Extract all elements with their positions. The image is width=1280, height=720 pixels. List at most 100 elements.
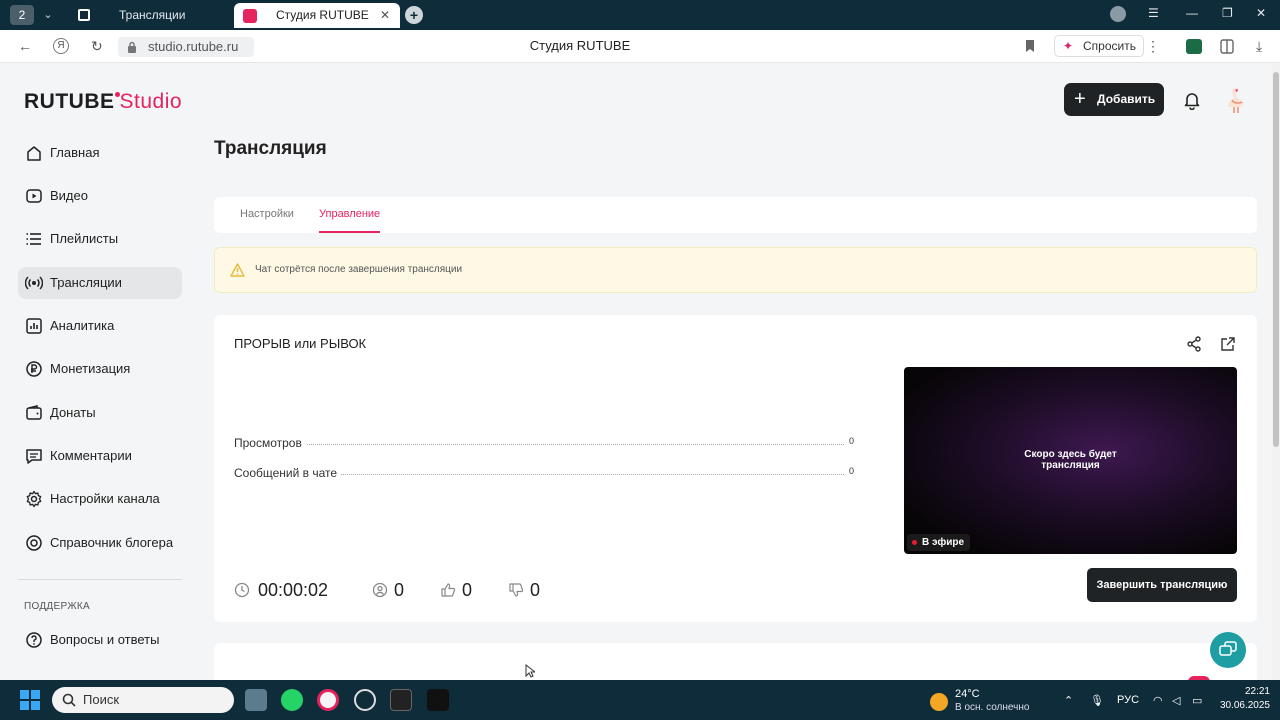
sidebar-item-faq[interactable]: Вопросы и ответы: [18, 624, 182, 656]
gear-icon: [26, 490, 42, 508]
active-tab-indicator: [319, 231, 380, 233]
clock-time: 22:21: [1244, 686, 1270, 697]
bookmark-icon[interactable]: [1025, 39, 1035, 53]
extensions-puzzle-icon[interactable]: [1220, 39, 1234, 54]
warning-icon: [230, 263, 245, 277]
sparkle-icon: ✦: [1063, 39, 1074, 53]
n-app-icon[interactable]: [390, 689, 412, 711]
logo-studio: Studio: [119, 90, 183, 113]
search-placeholder: Поиск: [83, 692, 120, 707]
stat-views: Просмотров 0: [234, 436, 854, 450]
wallet-icon: [26, 405, 42, 420]
wifi-icon[interactable]: ◠: [1153, 694, 1163, 707]
stream-duration: 00:00:02: [234, 580, 328, 600]
end-stream-button[interactable]: Завершить трансляцию: [1087, 568, 1237, 602]
browser-tab-strip: 2 ⌄ Трансляции Студия RUTUBE ✕ + ☰ — ❐ ✕: [0, 0, 1280, 30]
maximize-icon[interactable]: ❐: [1222, 6, 1233, 20]
page-scrollbar[interactable]: [1272, 64, 1280, 680]
sidebar-item-analytics[interactable]: Аналитика: [18, 310, 182, 342]
clock-date: 30.06.2025: [1219, 700, 1270, 711]
search-icon: [62, 693, 76, 707]
sidebar-item-monetization[interactable]: Монетизация: [18, 353, 182, 385]
sidebar-item-label: Справочник блогера: [50, 535, 174, 550]
playlist-icon: [26, 233, 41, 245]
battery-icon[interactable]: ▭: [1192, 694, 1202, 707]
viewers-value: 0: [394, 580, 405, 600]
download-icon[interactable]: ⤓: [1256, 38, 1262, 55]
profile-icon[interactable]: [1110, 6, 1126, 22]
stream-likes: 0: [440, 580, 472, 600]
sidebar-item-channel-settings[interactable]: Настройки канала: [18, 483, 182, 515]
bell-icon[interactable]: [1182, 90, 1202, 110]
browser-tab-broadcasts[interactable]: Трансляции: [70, 4, 230, 26]
sidebar-item-broadcasts[interactable]: Трансляции: [18, 267, 182, 299]
sidebar-item-video[interactable]: Видео: [18, 180, 182, 212]
external-link-icon[interactable]: [1220, 336, 1236, 352]
taskbar: Поиск 24°C В осн. солнечно ⌃ 🎙︎ РУС ◠ ◁ …: [0, 680, 1280, 720]
microphone-icon[interactable]: 🎙︎: [1090, 694, 1104, 707]
analytics-icon: [26, 318, 42, 334]
studio-app: RUTUBE Studio Главная Видео Плейлисты Тра…: [4, 64, 1272, 680]
volume-icon[interactable]: ◁: [1172, 694, 1180, 707]
reload-icon[interactable]: ↻: [91, 38, 103, 55]
stream-preview[interactable]: Скоро здесь будет трансляция В эфире: [904, 367, 1237, 554]
calculator-icon[interactable]: [245, 689, 267, 711]
url-field[interactable]: studio.rutube.ru: [118, 37, 254, 57]
avatar[interactable]: [1224, 86, 1248, 114]
ask-button[interactable]: ✦ Спросить: [1054, 35, 1144, 57]
page-title: Трансляция: [214, 138, 327, 159]
duration-value: 00:00:02: [258, 580, 329, 600]
browser-tab-title: Трансляции: [119, 8, 186, 22]
minimize-icon[interactable]: —: [1186, 6, 1198, 20]
weather-sun-icon: [930, 693, 948, 711]
sidebar-item-label: Донаты: [50, 405, 96, 420]
tab-management[interactable]: Управление: [319, 208, 380, 220]
tab-settings[interactable]: Настройки: [240, 208, 294, 220]
likes-value: 0: [462, 580, 473, 600]
more-icon[interactable]: ⋮: [1146, 38, 1160, 55]
language-indicator[interactable]: РУС: [1117, 694, 1139, 706]
viewer-icon: [372, 582, 388, 598]
back-icon[interactable]: ←: [18, 38, 32, 54]
share-icon[interactable]: [1186, 336, 1202, 352]
capcut-icon[interactable]: [427, 689, 449, 711]
yandex-icon[interactable]: Я: [53, 38, 69, 54]
weather-text: В осн. солнечно: [955, 702, 1030, 713]
yandex-browser-icon[interactable]: [317, 689, 339, 711]
tab-count-badge[interactable]: 2: [10, 5, 34, 25]
rutube-studio-logo[interactable]: RUTUBE Studio: [24, 90, 182, 114]
chevron-up-icon[interactable]: ⌃: [1064, 694, 1073, 707]
taskbar-search[interactable]: Поиск: [52, 687, 234, 713]
clock-icon: [234, 582, 250, 598]
new-tab-button[interactable]: +: [405, 6, 423, 24]
menu-icon[interactable]: ☰: [1148, 6, 1159, 20]
scrollbar-thumb[interactable]: [1273, 72, 1279, 447]
chrome-icon[interactable]: [354, 689, 376, 711]
ask-label: Спросить: [1083, 39, 1136, 53]
sidebar-item-playlists[interactable]: Плейлисты: [18, 223, 182, 255]
stream-card: ПРОРЫВ или РЫВОК Просмотров 0 Сообщений …: [214, 315, 1257, 622]
sidebar-item-comments[interactable]: Комментарии: [18, 440, 182, 472]
chat-bubbles-icon: [1219, 641, 1237, 656]
sidebar-item-home[interactable]: Главная: [18, 137, 182, 169]
preview-placeholder-text: Скоро здесь будет трансляция: [1024, 449, 1117, 471]
weather-widget[interactable]: 24°C В осн. солнечно: [930, 684, 1040, 716]
chevron-down-icon[interactable]: ⌄: [37, 5, 59, 25]
sidebar-section-title: ПОДДЕРЖКА: [24, 601, 90, 612]
video-icon: [26, 189, 42, 203]
windows-start-icon[interactable]: [20, 690, 40, 710]
sidebar-item-donations[interactable]: Донаты: [18, 397, 182, 429]
browser-tab-title: Студия RUTUBE: [276, 8, 369, 22]
stat-value: 0: [844, 466, 854, 476]
support-chat-button[interactable]: [1210, 632, 1246, 668]
sidebar-item-blogger-guide[interactable]: Справочник блогера: [18, 527, 182, 559]
clock[interactable]: 22:21 30.06.2025: [1210, 685, 1270, 713]
whatsapp-icon[interactable]: [281, 689, 303, 711]
logo-brand: RUTUBE: [24, 90, 115, 113]
stream-title: ПРОРЫВ или РЫВОК: [234, 336, 367, 351]
close-icon[interactable]: ✕: [380, 3, 390, 28]
add-button[interactable]: + Добавить: [1064, 83, 1164, 116]
browser-tab-studio[interactable]: Студия RUTUBE ✕: [234, 3, 400, 28]
window-close-icon[interactable]: ✕: [1256, 6, 1266, 20]
extension-icon[interactable]: [1186, 39, 1202, 54]
